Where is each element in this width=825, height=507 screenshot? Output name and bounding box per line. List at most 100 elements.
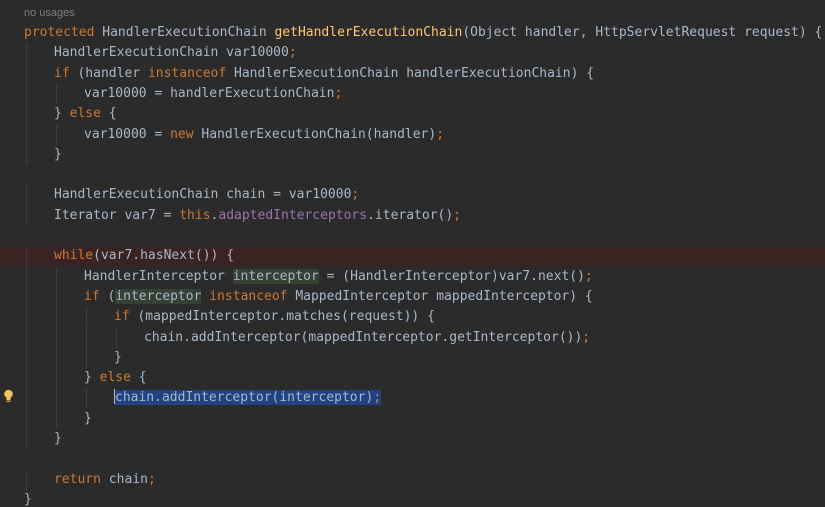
code-keyword: this bbox=[179, 207, 211, 223]
code-line[interactable] bbox=[0, 449, 825, 469]
code-line[interactable]: protected HandlerExecutionChain getHandl… bbox=[0, 23, 825, 43]
code-line[interactable]: } bbox=[0, 490, 825, 507]
code-token: var10000 = handlerExecutionChain bbox=[84, 85, 335, 101]
code-token: HandlerInterceptor bbox=[84, 268, 233, 284]
code-selection: chain.addInterceptor(interceptor) bbox=[115, 390, 374, 406]
code-token: (Object handler, HttpServletRequest requ… bbox=[462, 25, 823, 40]
indent-guide bbox=[26, 43, 27, 64]
code-token: (var7.hasNext()) { bbox=[93, 248, 235, 264]
code-method-name: getHandlerExecutionChain bbox=[274, 25, 463, 40]
code-line[interactable]: } bbox=[0, 144, 825, 165]
indent-guide bbox=[26, 83, 27, 104]
code-token: } bbox=[54, 146, 62, 162]
code-highlighted-reference: interceptor bbox=[115, 288, 202, 304]
code-line[interactable]: } bbox=[0, 429, 825, 449]
indent-guide bbox=[26, 368, 27, 389]
code-line[interactable]: if (handler instanceof HandlerExecutionC… bbox=[0, 63, 825, 84]
code-line-breakpoint[interactable]: while(var7.hasNext()) { bbox=[0, 246, 825, 267]
code-token: HandlerExecutionChain var10000 bbox=[54, 45, 289, 61]
code-token: HandlerExecutionChain chain = var10000 bbox=[54, 187, 352, 203]
code-keyword: ; bbox=[436, 126, 445, 142]
code-keyword: ; bbox=[334, 85, 343, 101]
indent-guide bbox=[116, 327, 117, 348]
code-token: .iterator() bbox=[367, 207, 454, 223]
code-token: (handler bbox=[77, 65, 148, 81]
code-line[interactable]: Iterator var7 = this.adaptedInterceptors… bbox=[0, 205, 825, 226]
indent-guide bbox=[56, 388, 57, 409]
code-token: } bbox=[84, 410, 92, 426]
code-line[interactable] bbox=[0, 165, 825, 185]
code-keyword: ; bbox=[582, 329, 591, 345]
code-line[interactable]: } else { bbox=[0, 104, 825, 125]
code-token: chain.addInterceptor(mappedInterceptor.g… bbox=[144, 329, 583, 345]
code-keyword: if bbox=[114, 309, 138, 325]
code-token: { bbox=[138, 370, 147, 386]
code-keyword: ; bbox=[147, 471, 156, 487]
code-keyword: while bbox=[54, 248, 94, 264]
indent-guide bbox=[26, 205, 27, 226]
indent-guide bbox=[86, 347, 87, 368]
indent-guide bbox=[86, 327, 87, 348]
code-token: } bbox=[54, 106, 70, 122]
indent-guide bbox=[56, 408, 57, 429]
indent-guide bbox=[26, 388, 27, 409]
code-token: var10000 = bbox=[84, 126, 171, 142]
indent-guide bbox=[26, 429, 27, 449]
indent-guide bbox=[26, 63, 27, 84]
code-keyword: new bbox=[170, 126, 202, 142]
code-line[interactable]: if (mappedInterceptor.matches(request)) … bbox=[0, 307, 825, 328]
code-editor[interactable]: no usages protected HandlerExecutionChai… bbox=[0, 0, 825, 507]
code-keyword: else bbox=[69, 106, 109, 122]
code-keyword: ; bbox=[453, 207, 462, 223]
indent-guide bbox=[26, 185, 27, 206]
code-selection: ; bbox=[373, 390, 382, 406]
code-line[interactable]: HandlerExecutionChain var10000; bbox=[0, 43, 825, 64]
code-keyword: return bbox=[54, 471, 109, 487]
indent-guide bbox=[56, 124, 57, 145]
code-line[interactable]: chain.addInterceptor(interceptor); bbox=[0, 388, 825, 409]
code-token: } bbox=[54, 431, 62, 446]
indent-guide bbox=[26, 246, 27, 267]
code-keyword: protected bbox=[24, 25, 103, 40]
code-line[interactable]: if (interceptor instanceof MappedInterce… bbox=[0, 286, 825, 307]
indent-guide bbox=[56, 307, 57, 328]
indent-guide bbox=[56, 368, 57, 389]
code-token: Iterator var7 = bbox=[54, 207, 180, 223]
indent-guide bbox=[56, 83, 57, 104]
indent-guide bbox=[86, 307, 87, 328]
indent-guide bbox=[56, 347, 57, 368]
code-line[interactable]: } bbox=[0, 408, 825, 429]
code-token: } bbox=[24, 491, 32, 507]
indent-guide bbox=[26, 124, 27, 145]
code-line[interactable] bbox=[0, 226, 825, 246]
indent-guide bbox=[56, 286, 57, 307]
code-keyword: if bbox=[54, 65, 78, 81]
code-token: chain bbox=[108, 471, 148, 487]
code-token: HandlerExecutionChain bbox=[102, 25, 275, 40]
indent-guide bbox=[86, 388, 87, 409]
indent-guide bbox=[26, 408, 27, 429]
indent-guide bbox=[26, 307, 27, 328]
indent-guide bbox=[56, 327, 57, 348]
code-token: { bbox=[108, 106, 117, 122]
indent-guide bbox=[26, 104, 27, 125]
code-line[interactable]: } bbox=[0, 347, 825, 368]
code-token: } bbox=[84, 370, 100, 386]
code-token: MappedInterceptor mappedInterceptor) { bbox=[295, 288, 593, 304]
code-keyword: if bbox=[84, 288, 108, 304]
indent-guide bbox=[26, 144, 27, 165]
code-keyword: else bbox=[99, 370, 139, 386]
code-line[interactable]: return chain; bbox=[0, 469, 825, 490]
code-line[interactable]: chain.addInterceptor(mappedInterceptor.g… bbox=[0, 327, 825, 348]
code-token: HandlerExecutionChain(handler) bbox=[201, 126, 437, 142]
code-line[interactable]: HandlerExecutionChain chain = var10000; bbox=[0, 185, 825, 206]
code-line[interactable]: var10000 = new HandlerExecutionChain(han… bbox=[0, 124, 825, 145]
code-token: (mappedInterceptor.matches(request)) { bbox=[137, 309, 435, 325]
code-line[interactable]: HandlerInterceptor interceptor = (Handle… bbox=[0, 266, 825, 287]
code-line[interactable]: } else { bbox=[0, 368, 825, 389]
lightbulb-icon[interactable] bbox=[3, 389, 14, 403]
indent-guide bbox=[26, 347, 27, 368]
code-token: HandlerExecutionChain handlerExecutionCh… bbox=[234, 65, 595, 81]
usage-hint: no usages bbox=[24, 7, 75, 19]
code-line[interactable]: var10000 = handlerExecutionChain; bbox=[0, 83, 825, 104]
